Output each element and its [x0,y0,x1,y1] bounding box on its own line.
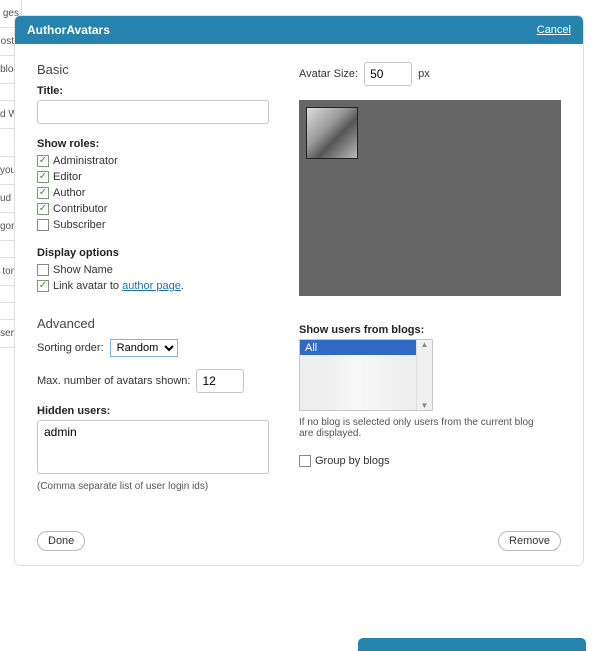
done-button[interactable]: Done [37,531,85,551]
blogs-hint: If no blog is selected only users from t… [299,417,539,439]
max-avatars-input[interactable] [196,369,244,393]
role-checkbox[interactable]: ✓ [37,171,49,183]
avatar-preview-image [306,107,358,159]
blogs-multiselect[interactable]: All ▲ ▼ [299,339,433,411]
blog-option[interactable] [300,370,416,385]
role-label: Administrator [53,153,118,169]
avatar-preview-box [299,100,561,296]
role-label: Editor [53,169,82,185]
collapsed-widget-header[interactable] [358,638,586,651]
left-column: Basic Title: Show roles: ✓ Administrator ✓… [37,62,269,506]
scrollbar[interactable]: ▲ ▼ [416,340,432,410]
role-checkbox[interactable]: ✓ [37,203,49,215]
blog-option[interactable] [300,385,416,400]
role-checkbox[interactable]: ✓ [37,155,49,167]
avatar-size-unit: px [418,68,430,80]
role-label: Subscriber [53,217,106,233]
basic-heading: Basic [37,62,269,77]
sorting-label: Sorting order: [37,342,104,354]
remove-button[interactable]: Remove [498,531,561,551]
role-label: Contributor [53,201,107,217]
right-column: Avatar Size: px Show users from blogs: A… [299,62,561,506]
hidden-users-hint: (Comma separate list of user login ids) [37,481,269,492]
display-options-label: Display options [37,247,269,259]
chevron-down-icon[interactable]: ▼ [421,401,429,410]
avatar-size-label: Avatar Size: [299,68,358,80]
widget-panel: AuthorAvatars Cancel Basic Title: Show r… [14,15,584,566]
blogs-label: Show users from blogs: [299,324,561,336]
avatar-size-input[interactable] [364,62,412,86]
role-checkbox[interactable]: ✓ [37,219,49,231]
blog-option[interactable]: All [300,340,416,355]
widget-title: AuthorAvatars [27,23,110,37]
group-by-blogs-label: Group by blogs [315,453,390,469]
hidden-users-textarea[interactable] [37,420,269,474]
title-input[interactable] [37,100,269,124]
blog-option[interactable] [300,400,416,410]
author-page-link[interactable]: author page [122,280,181,292]
widget-header: AuthorAvatars Cancel [15,16,583,44]
sorting-select[interactable]: Random [110,339,178,357]
chevron-up-icon[interactable]: ▲ [421,340,429,349]
hidden-users-label: Hidden users: [37,405,269,417]
blog-option[interactable] [300,355,416,370]
widget-body: Basic Title: Show roles: ✓ Administrator ✓… [15,44,583,520]
role-label: Author [53,185,85,201]
cancel-link[interactable]: Cancel [537,24,571,36]
group-by-blogs-checkbox[interactable]: ✓ [299,455,311,467]
title-label: Title: [37,85,269,97]
widget-footer: Done Remove [15,520,583,565]
show-name-label: Show Name [53,262,113,278]
show-name-checkbox[interactable]: ✓ [37,264,49,276]
link-avatar-text: Link avatar to author page. [53,278,184,294]
show-roles-label: Show roles: [37,138,269,150]
advanced-heading: Advanced [37,316,269,331]
max-avatars-label: Max. number of avatars shown: [37,375,190,387]
link-avatar-checkbox[interactable]: ✓ [37,280,49,292]
role-checkbox[interactable]: ✓ [37,187,49,199]
